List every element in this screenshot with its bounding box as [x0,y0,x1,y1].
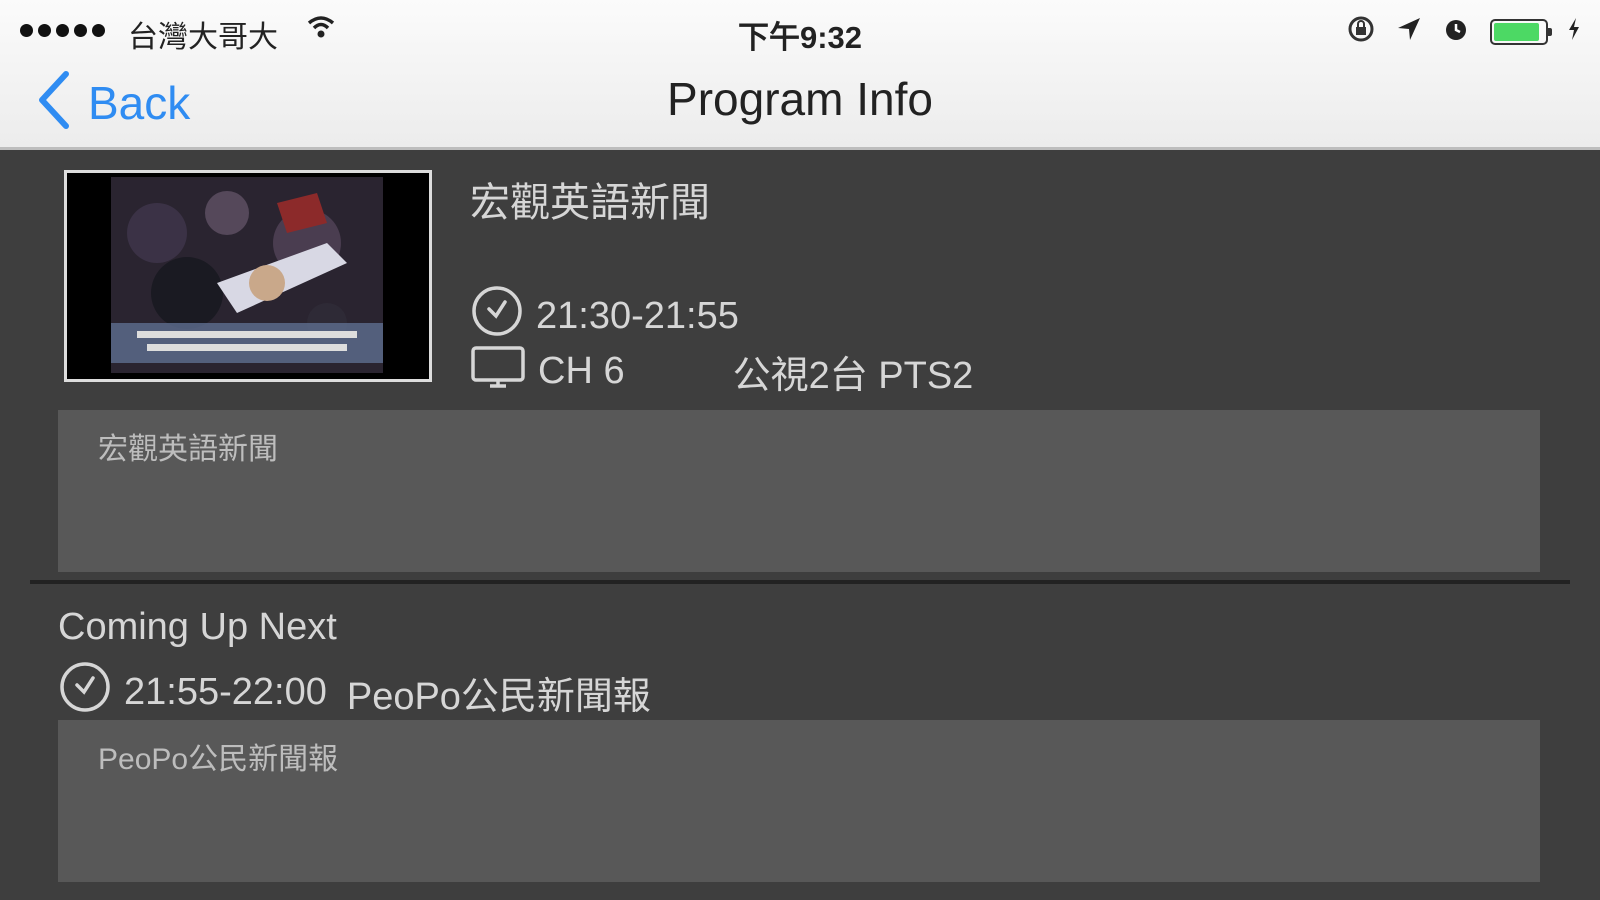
tv-icon [470,345,526,399]
clock-icon [58,660,112,724]
top-chrome: 台灣大哥大 下午9:32 Back Program Info [0,0,1600,150]
status-bar: 台灣大哥大 下午9:32 [0,0,1600,62]
clock-icon [470,284,524,348]
program-thumbnail [64,170,432,382]
page-title: Program Info [667,73,933,125]
status-icons [1346,14,1580,49]
coming-up-description: PeoPo公民新聞報 [98,743,339,776]
coming-up-heading: Coming Up Next [58,606,337,648]
program-description: 宏觀英語新聞 [98,433,278,466]
battery-icon [1490,18,1552,45]
station-name: 公視2台 PTS2 [732,355,974,397]
program-channel-row: CH 6 公視2台 PTS2 [470,344,973,399]
coming-up-time: 21:55-22:00 [124,670,327,713]
location-arrow-icon [1396,16,1422,47]
coming-up-title: PeoPo公民新聞報 [346,675,651,718]
navigation-bar: Back Program Info [0,62,1600,147]
channel-number: CH 6 [538,350,625,392]
alarm-icon [1442,15,1470,48]
program-description-box: 宏觀英語新聞 [58,410,1540,572]
coming-up-row: 21:55-22:00 PeoPo公民新聞報 [58,660,651,724]
section-divider [30,580,1570,584]
program-time: 21:30-21:55 [536,294,739,337]
program-time-row: 21:30-21:55 [470,284,739,348]
charging-icon [1568,18,1580,45]
rotation-lock-icon [1346,14,1376,49]
program-title: 宏觀英語新聞 [470,181,710,225]
coming-up-description-box: PeoPo公民新聞報 [58,720,1540,882]
